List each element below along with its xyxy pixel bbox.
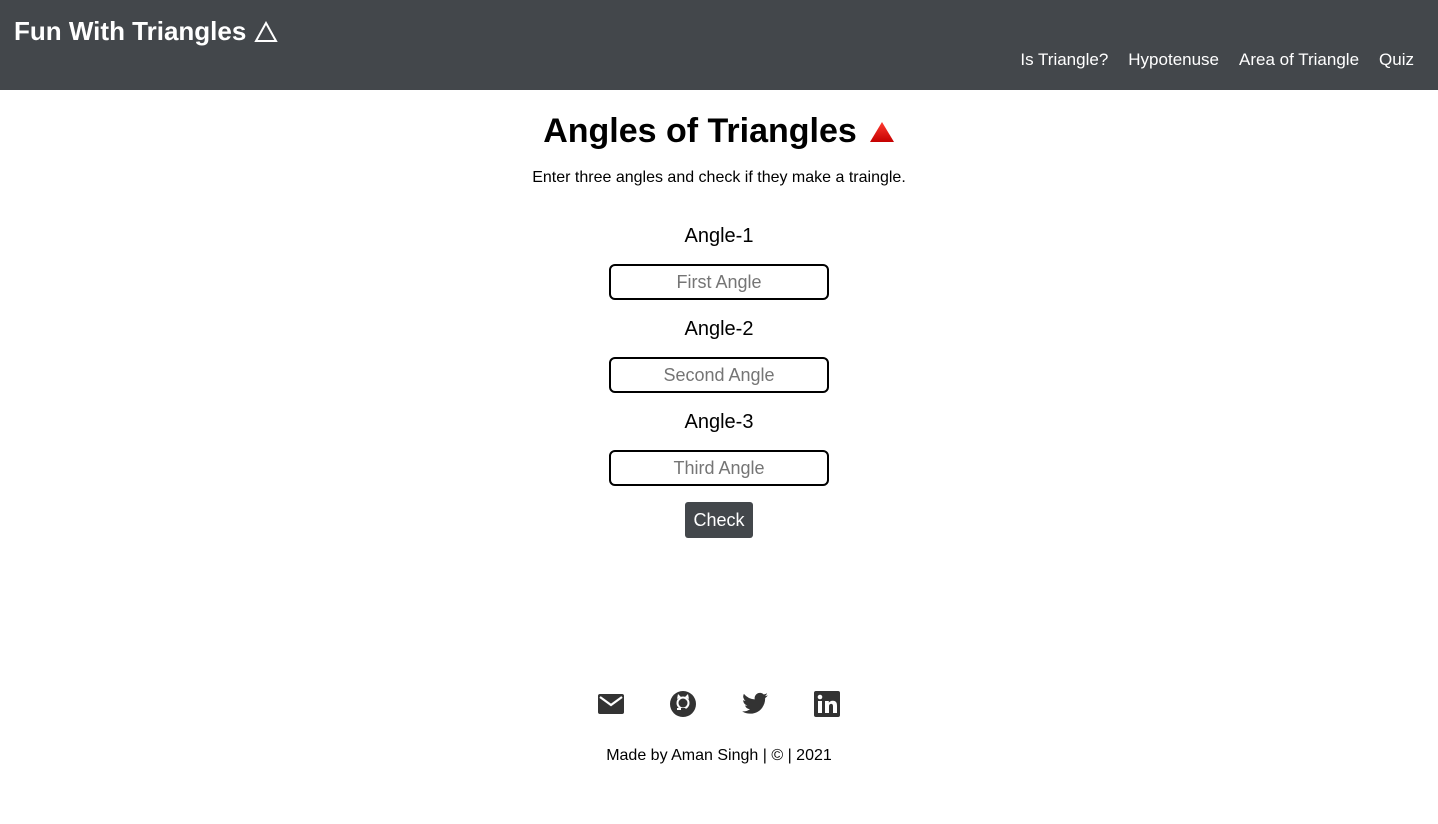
angle-2-label: Angle-2 — [684, 318, 754, 340]
brand-link[interactable]: Fun With Triangles — [14, 16, 279, 47]
page-title-wrap: Angles of Triangles — [0, 112, 1438, 151]
angle-1-input[interactable] — [609, 264, 829, 300]
nav-link-quiz[interactable]: Quiz — [1379, 50, 1414, 69]
nav-link-area[interactable]: Area of Triangle — [1239, 50, 1359, 69]
angle-3-label: Angle-3 — [684, 411, 754, 433]
angle-2-input[interactable] — [609, 357, 829, 393]
main-content: Angles of Triangles Enter three angles a… — [0, 90, 1438, 538]
twitter-icon[interactable] — [741, 690, 769, 718]
social-links — [0, 690, 1438, 723]
nav-link-is-triangle[interactable]: Is Triangle? — [1020, 50, 1108, 69]
page-title: Angles of Triangles — [543, 112, 857, 150]
triangle-outline-icon — [254, 20, 279, 43]
nav-links: Is Triangle? Hypotenuse Area of Triangle… — [1020, 50, 1414, 70]
brand-title: Fun With Triangles — [14, 16, 247, 46]
nav-link-hypotenuse[interactable]: Hypotenuse — [1128, 50, 1219, 69]
check-button[interactable]: Check — [685, 502, 753, 538]
angle-3-input[interactable] — [609, 450, 829, 486]
footer: Made by Aman Singh | © | 2021 — [0, 690, 1438, 765]
footer-text: Made by Aman Singh | © | 2021 — [606, 747, 832, 764]
github-icon[interactable] — [669, 690, 697, 718]
angle-1-label: Angle-1 — [684, 225, 754, 247]
red-triangle-icon — [869, 121, 895, 143]
navbar: Fun With Triangles Is Triangle? Hypotenu… — [0, 0, 1438, 90]
mail-icon[interactable] — [597, 690, 625, 718]
linkedin-icon[interactable] — [813, 690, 841, 718]
subtitle: Enter three angles and check if they mak… — [532, 169, 906, 186]
